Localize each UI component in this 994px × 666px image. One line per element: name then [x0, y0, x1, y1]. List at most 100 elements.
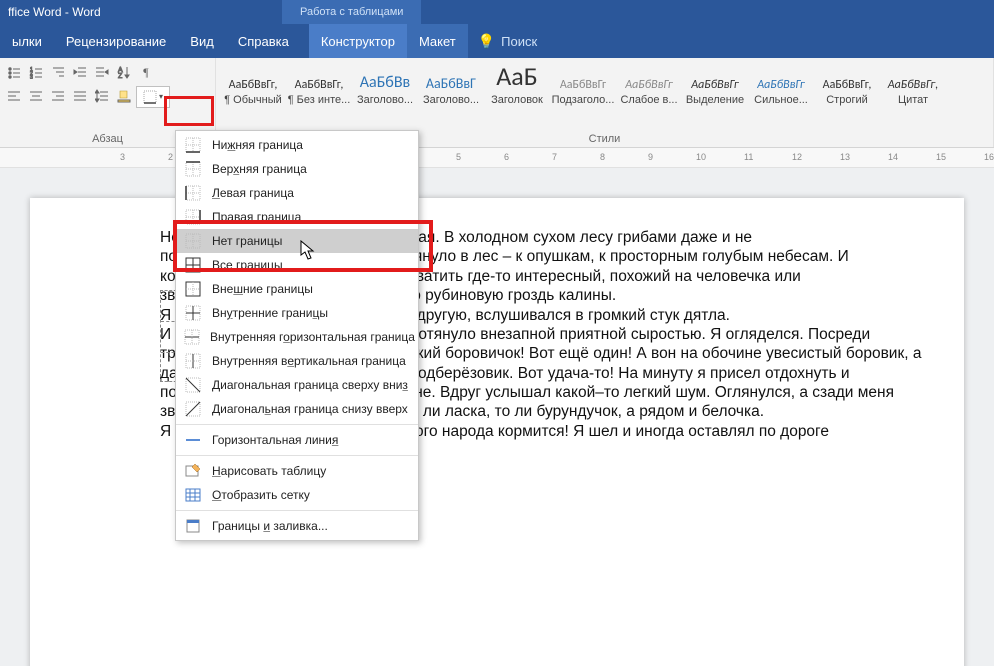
menu-item-label: Внешние границы — [212, 282, 313, 296]
show-marks-button[interactable]: ¶ — [136, 62, 156, 82]
menu-item-label: Границы и заливка... — [212, 519, 328, 533]
tab-review[interactable]: Рецензирование — [54, 24, 178, 58]
ribbon: 123 AZ ¶ ▾ Абзац АаБбВв — [0, 58, 994, 148]
style-item[interactable]: АаБбВвГг Сильное... — [748, 62, 814, 108]
style-name: Заголово... — [357, 94, 413, 106]
menu-separator — [176, 455, 418, 456]
ribbon-tabs: ылки Рецензирование Вид Справка Конструк… — [0, 24, 994, 58]
style-name: Заголовок — [491, 94, 543, 106]
menu-item-all[interactable]: Все границы — [176, 253, 418, 277]
multilevel-button[interactable] — [48, 62, 68, 82]
style-name: Сильное... — [754, 94, 808, 106]
none-border-icon — [184, 232, 202, 250]
style-item[interactable]: АаБбВвГЗаголово... — [418, 62, 484, 108]
style-preview: АаБбВвГг, — [823, 64, 872, 92]
menu-item-right[interactable]: Правая граница — [176, 205, 418, 229]
ruler-mark: 6 — [504, 152, 509, 162]
ruler-mark: 10 — [696, 152, 706, 162]
style-preview: АаБбВвГг — [560, 64, 606, 92]
align-center-button[interactable] — [26, 86, 46, 106]
style-item[interactable]: АаБбВвГгСлабое в... — [616, 62, 682, 108]
menu-item-hline[interactable]: Горизонтальная линия — [176, 428, 418, 452]
style-item[interactable]: АаБбВвГг Выделение — [682, 62, 748, 108]
app-title: ffice Word - Word — [8, 5, 101, 19]
menu-item-label: Внутренняя вертикальная граница — [212, 354, 406, 368]
align-left-button[interactable] — [4, 86, 24, 106]
diag-up-border-icon — [184, 400, 202, 418]
menu-item-inside[interactable]: Внутренние границы — [176, 301, 418, 325]
search-label: Поиск — [501, 34, 537, 49]
style-item[interactable]: АаБбВвГг Подзаголо... — [550, 62, 616, 108]
hline-border-icon — [184, 431, 202, 449]
bottom-border-icon — [184, 136, 202, 154]
style-item[interactable]: АаБбВвГг,¶ Без инте... — [286, 62, 352, 108]
numbering-button[interactable]: 123 — [26, 62, 46, 82]
decrease-indent-button[interactable] — [70, 62, 90, 82]
style-name: ¶ Обычный — [224, 94, 282, 106]
style-preview: АаБбВвГг — [757, 64, 804, 92]
ruler-mark: 11 — [744, 152, 753, 162]
menu-item-left[interactable]: Левая граница — [176, 181, 418, 205]
menu-item-diag-up[interactable]: Диагональная граница снизу вверх — [176, 397, 418, 421]
menu-item-bottom[interactable]: Нижняя граница — [176, 133, 418, 157]
menu-item-outside[interactable]: Внешние границы — [176, 277, 418, 301]
menu-separator — [176, 424, 418, 425]
line-spacing-button[interactable] — [92, 86, 112, 106]
sort-button[interactable]: AZ — [114, 62, 134, 82]
style-item[interactable]: АаБЗаголовок — [484, 62, 550, 108]
menu-item-none[interactable]: Нет границы — [176, 229, 418, 253]
menu-item-inner-v[interactable]: Внутренняя вертикальная граница — [176, 349, 418, 373]
top-border-icon — [184, 160, 202, 178]
tab-layout[interactable]: Макет — [407, 24, 468, 58]
style-name: Цитат — [898, 94, 928, 106]
inner-v-border-icon — [184, 352, 202, 370]
menu-item-diag-down[interactable]: Диагональная граница сверху вниз — [176, 373, 418, 397]
menu-item-top[interactable]: Верхняя граница — [176, 157, 418, 181]
tab-help[interactable]: Справка — [226, 24, 301, 58]
style-name: Строгий — [826, 94, 868, 106]
increase-indent-button[interactable] — [92, 62, 112, 82]
tell-me-search[interactable]: 💡 Поиск — [468, 24, 547, 58]
borders-dropdown: Нижняя граница Верхняя граница Левая грани… — [175, 130, 419, 541]
menu-separator — [176, 510, 418, 511]
ruler[interactable]: 3211234567891011121314151617 — [0, 148, 994, 168]
style-name: Выделение — [686, 94, 744, 106]
ruler-mark: 9 — [648, 152, 653, 162]
borders-icon — [143, 90, 157, 104]
bullets-button[interactable] — [4, 62, 24, 82]
style-item[interactable]: АаБбВвГг, Строгий — [814, 62, 880, 108]
ruler-mark: 2 — [168, 152, 173, 162]
style-item[interactable]: АаБбВвГг,Цитат — [880, 62, 946, 108]
align-right-button[interactable] — [48, 86, 68, 106]
menu-item-dialog[interactable]: Границы и заливка... — [176, 514, 418, 538]
contextual-tab-label: Работа с таблицами — [282, 0, 421, 24]
menu-item-inner-h[interactable]: Внутренняя горизонтальная граница — [176, 325, 418, 349]
shading-button[interactable] — [114, 86, 134, 106]
justify-button[interactable] — [70, 86, 90, 106]
tab-view[interactable]: Вид — [178, 24, 226, 58]
menu-item-draw[interactable]: Нарисовать таблицу — [176, 459, 418, 483]
tab-design[interactable]: Конструктор — [309, 24, 407, 58]
borders-button[interactable]: ▾ — [136, 86, 170, 108]
svg-text:3: 3 — [30, 75, 33, 79]
ruler-mark: 16 — [984, 152, 994, 162]
left-border-icon — [184, 184, 202, 202]
tab-links[interactable]: ылки — [0, 24, 54, 58]
style-item[interactable]: АаБбВвЗаголово... — [352, 62, 418, 108]
style-name: Подзаголо... — [552, 94, 615, 106]
menu-item-label: Отобразить сетку — [212, 488, 310, 502]
style-item[interactable]: АаБбВвГг,¶ Обычный — [220, 62, 286, 108]
menu-item-label: Диагональная граница снизу вверх — [212, 402, 408, 416]
style-preview: АаБбВвГг — [691, 64, 738, 92]
ruler-mark: 13 — [840, 152, 850, 162]
all-border-icon — [184, 256, 202, 274]
bulb-icon: 💡 — [478, 33, 495, 50]
style-name: Заголово... — [423, 94, 479, 106]
draw-border-icon — [184, 462, 202, 480]
menu-item-grid[interactable]: Отобразить сетку — [176, 483, 418, 507]
menu-item-label: Нарисовать таблицу — [212, 464, 326, 478]
ruler-mark: 3 — [120, 152, 125, 162]
svg-text:Z: Z — [118, 73, 123, 79]
style-name: Слабое в... — [620, 94, 677, 106]
menu-item-label: Верхняя граница — [212, 162, 307, 176]
